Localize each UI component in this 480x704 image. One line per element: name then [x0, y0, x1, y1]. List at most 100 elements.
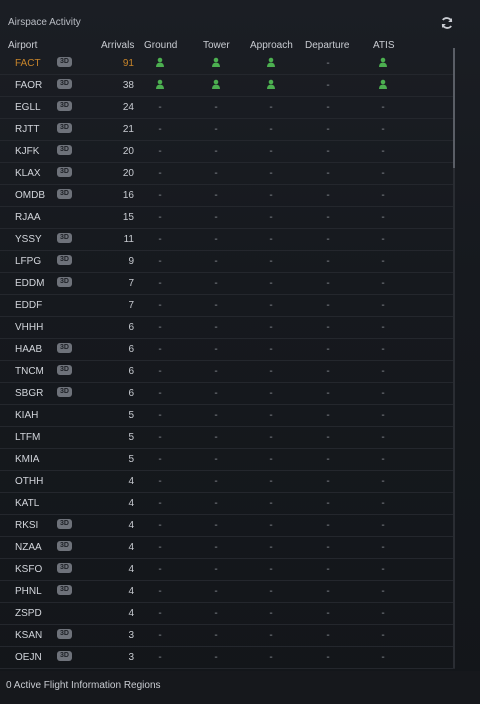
airport-code: SBGR: [15, 388, 44, 399]
column-header-airport[interactable]: Airport: [8, 40, 37, 52]
departure-empty-value: -: [326, 168, 330, 179]
3d-badge: 3D: [57, 629, 72, 639]
arrivals-count: 3: [128, 652, 134, 663]
table-row[interactable]: RKSI 3D 4 - - - - -: [0, 514, 455, 537]
table-row[interactable]: PHNL 3D 4 - - - - -: [0, 580, 455, 603]
departure-empty-value: -: [326, 410, 330, 421]
tower-empty-value: -: [214, 454, 218, 465]
table-row[interactable]: RJAA 15 - - - - -: [0, 206, 455, 229]
column-header-atis[interactable]: ATIS: [373, 40, 394, 52]
approach-empty-value: -: [269, 520, 273, 531]
column-header-tower[interactable]: Tower: [203, 40, 230, 52]
atis-empty-value: -: [381, 608, 385, 619]
airport-code: OEJN: [15, 652, 42, 663]
arrivals-count: 9: [128, 256, 134, 267]
approach-empty-value: -: [269, 256, 273, 267]
tower-empty-value: -: [214, 300, 218, 311]
table-row[interactable]: EGLL 3D 24 - - - - -: [0, 96, 455, 119]
3d-badge: 3D: [57, 79, 72, 89]
ground-empty-value: -: [158, 366, 162, 377]
departure-empty-value: -: [326, 102, 330, 113]
scrollbar-thumb[interactable]: [453, 48, 455, 168]
3d-badge: 3D: [57, 277, 72, 287]
table-row[interactable]: KJFK 3D 20 - - - - -: [0, 140, 455, 163]
tower-controller-icon: [204, 57, 228, 67]
3d-badge: 3D: [57, 189, 72, 199]
tower-empty-value: -: [214, 410, 218, 421]
table-row[interactable]: OTHH 4 - - - - -: [0, 470, 455, 493]
table-row[interactable]: SBGR 3D 6 - - - - -: [0, 382, 455, 405]
column-header-ground[interactable]: Ground: [144, 40, 177, 52]
table-row[interactable]: KSFO 3D 4 - - - - -: [0, 558, 455, 581]
table-row[interactable]: FACT 3D 91 -: [0, 52, 455, 75]
approach-empty-value: -: [269, 124, 273, 135]
table-row[interactable]: EDDF 7 - - - - -: [0, 294, 455, 317]
ground-empty-value: -: [158, 322, 162, 333]
table-row[interactable]: LTFM 5 - - - - -: [0, 426, 455, 449]
column-header-approach[interactable]: Approach: [250, 40, 293, 52]
ground-empty-value: -: [158, 608, 162, 619]
3d-badge: 3D: [57, 563, 72, 573]
refresh-icon[interactable]: [440, 16, 454, 30]
arrivals-count: 91: [122, 58, 134, 69]
tower-empty-value: -: [214, 190, 218, 201]
3d-badge: 3D: [57, 101, 72, 111]
atis-empty-value: -: [381, 190, 385, 201]
atis-empty-value: -: [381, 520, 385, 531]
table-row[interactable]: YSSY 3D 11 - - - - -: [0, 228, 455, 251]
table-row[interactable]: EDDM 3D 7 - - - - -: [0, 272, 455, 295]
ground-empty-value: -: [158, 234, 162, 245]
airport-code: OMDB: [15, 190, 45, 201]
table-row[interactable]: RJTT 3D 21 - - - - -: [0, 118, 455, 141]
tower-empty-value: -: [214, 520, 218, 531]
column-header-arrivals[interactable]: Arrivals: [101, 40, 134, 52]
airport-code: ZSPD: [15, 608, 42, 619]
arrivals-count: 5: [128, 454, 134, 465]
airport-code: VHHH: [15, 322, 44, 333]
ground-empty-value: -: [158, 476, 162, 487]
table-row[interactable]: ZSPD 4 - - - - -: [0, 602, 455, 625]
ground-empty-value: -: [158, 300, 162, 311]
atis-empty-value: -: [381, 586, 385, 597]
table-row[interactable]: KATL 4 - - - - -: [0, 492, 455, 515]
airport-code: YSSY: [15, 234, 42, 245]
table-row[interactable]: VHHH 6 - - - - -: [0, 316, 455, 339]
table-row[interactable]: LFPG 3D 9 - - - - -: [0, 250, 455, 273]
airport-code: RJTT: [15, 124, 40, 135]
tower-empty-value: -: [214, 146, 218, 157]
airport-code: KLAX: [15, 168, 41, 179]
approach-empty-value: -: [269, 146, 273, 157]
departure-empty-value: -: [326, 520, 330, 531]
airspace-activity-panel: Airspace Activity Airport Arrivals Groun…: [0, 0, 480, 704]
atis-empty-value: -: [381, 542, 385, 553]
table-row[interactable]: KSAN 3D 3 - - - - -: [0, 624, 455, 647]
table-row[interactable]: NZAA 3D 4 - - - - -: [0, 536, 455, 559]
column-header-departure[interactable]: Departure: [305, 40, 349, 52]
approach-empty-value: -: [269, 410, 273, 421]
departure-empty-value: -: [326, 366, 330, 377]
tower-empty-value: -: [214, 630, 218, 641]
table-row[interactable]: KIAH 5 - - - - -: [0, 404, 455, 427]
tower-empty-value: -: [214, 366, 218, 377]
tower-empty-value: -: [214, 476, 218, 487]
atis-empty-value: -: [381, 388, 385, 399]
table-row[interactable]: KMIA 5 - - - - -: [0, 448, 455, 471]
table-row[interactable]: HAAB 3D 6 - - - - -: [0, 338, 455, 361]
table-row[interactable]: OEJN 3D 3 - - - - -: [0, 646, 455, 669]
table-row[interactable]: FAOR 3D 38 -: [0, 74, 455, 97]
table-row[interactable]: OMDB 3D 16 - - - - -: [0, 184, 455, 207]
table-row[interactable]: TNCM 3D 6 - - - - -: [0, 360, 455, 383]
arrivals-count: 4: [128, 586, 134, 597]
approach-empty-value: -: [269, 652, 273, 663]
airport-code: KIAH: [15, 410, 39, 421]
status-footer: 0 Active Flight Information Regions: [0, 671, 480, 704]
airport-code: EGLL: [15, 102, 41, 113]
table-row[interactable]: KLAX 3D 20 - - - - -: [0, 162, 455, 185]
3d-badge: 3D: [57, 145, 72, 155]
atis-empty-value: -: [381, 432, 385, 443]
3d-badge: 3D: [57, 343, 72, 353]
arrivals-count: 38: [122, 80, 134, 91]
airport-code: KMIA: [15, 454, 40, 465]
atis-controller-icon: [371, 79, 395, 89]
ground-empty-value: -: [158, 212, 162, 223]
